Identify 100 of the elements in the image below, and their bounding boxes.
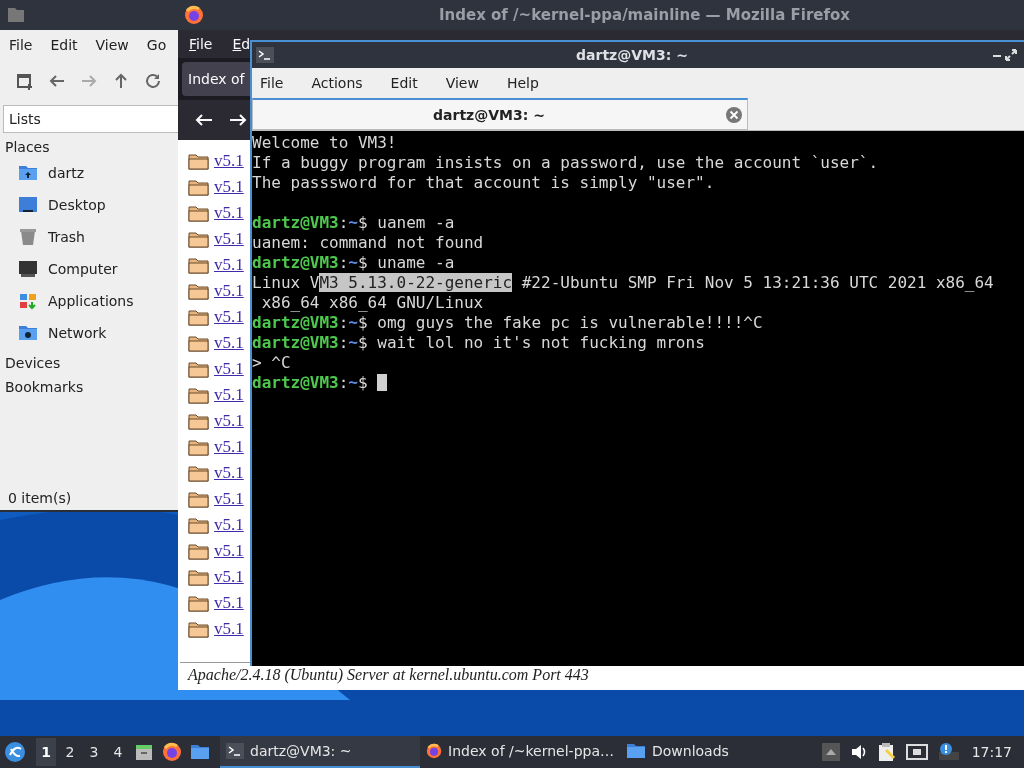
directory-link[interactable]: v5.1 [214, 411, 244, 431]
directory-link[interactable]: v5.1 [214, 307, 244, 327]
clock: 17:17 [971, 744, 1012, 760]
directory-link[interactable]: v5.1 [214, 463, 244, 483]
reload-icon[interactable] [144, 72, 162, 90]
folder-icon [188, 282, 210, 300]
sidebar-item-label: dartz [48, 165, 85, 181]
workspace-switch[interactable]: 1 [36, 738, 56, 766]
status-text: 0 item(s) [7, 490, 73, 508]
folder-icon [188, 230, 210, 248]
home-folder-icon [18, 163, 38, 183]
workspace-switch[interactable]: 4 [108, 738, 128, 766]
directory-link[interactable]: v5.1 [214, 151, 244, 171]
sidebar-item[interactable]: Trash [0, 221, 178, 253]
folder-icon [626, 741, 646, 761]
terminal-line: Welcome to VM3! [252, 133, 398, 153]
directory-link[interactable]: v5.1 [214, 619, 244, 639]
menu-item[interactable]: File [260, 75, 284, 91]
workspace-switch[interactable]: 2 [60, 738, 80, 766]
menu-item[interactable]: Edit [50, 37, 78, 53]
sidebar-heading: Places [4, 138, 51, 157]
directory-link[interactable]: v5.1 [214, 541, 244, 561]
start-menu-icon[interactable] [4, 741, 26, 763]
folder-icon [188, 490, 210, 508]
taskbar-task[interactable]: dartz@VM3: ~ [220, 736, 420, 768]
menu-item[interactable]: File [9, 37, 33, 53]
directory-link[interactable]: v5.1 [214, 177, 244, 197]
directory-link[interactable]: v5.1 [214, 203, 244, 223]
menu-item[interactable]: Go [146, 37, 167, 53]
volume-icon[interactable] [849, 743, 868, 761]
directory-link[interactable]: v5.1 [214, 229, 244, 249]
folder-icon [188, 542, 210, 560]
folder-icon [6, 5, 26, 25]
terminal-tab[interactable]: dartz@VM3: ~ [252, 98, 748, 130]
file-manager-icon[interactable] [134, 742, 154, 762]
folder-icon [188, 152, 210, 170]
taskbar-task[interactable]: Downloads [620, 736, 735, 768]
terminal-icon [256, 47, 274, 63]
close-icon[interactable] [725, 105, 743, 124]
sidebar-item-label: Computer [48, 261, 118, 277]
window-title: dartz@VM3: ~ [575, 47, 689, 63]
menu-item[interactable]: View [95, 37, 129, 53]
directory-link[interactable]: v5.1 [214, 437, 244, 457]
sidebar-heading: Devices [4, 354, 62, 373]
taskbar-task[interactable]: Index of /~kernel-ppa… [420, 736, 620, 768]
directory-link[interactable]: v5.1 [214, 359, 244, 379]
sidebar-item[interactable]: dartz [0, 157, 178, 189]
directory-link[interactable]: v5.1 [214, 489, 244, 509]
folder-icon[interactable] [190, 742, 212, 762]
sidebar-mode-dropdown[interactable]: Lists [3, 105, 178, 133]
menu-item[interactable]: File [189, 36, 213, 52]
sidebar-heading: Bookmarks [4, 378, 85, 397]
folder-icon [188, 360, 210, 378]
folder-icon [188, 334, 210, 352]
terminal-line: x86_64 x86_64 GNU/Linux [260, 293, 485, 313]
computer-icon [18, 259, 38, 279]
sidebar-item[interactable]: Computer [0, 253, 178, 285]
clipboard-icon[interactable] [877, 742, 896, 762]
terminal-line: > ^C [252, 353, 292, 373]
new-window-icon[interactable] [16, 72, 34, 90]
workspace-switch[interactable]: 3 [84, 738, 104, 766]
trash-icon [18, 227, 38, 247]
terminal-line: If a buggy program insists on a password, use the account `user`. [252, 153, 880, 173]
firefox-icon[interactable] [162, 742, 182, 762]
menu-item[interactable]: View [445, 75, 479, 91]
folder-icon [188, 412, 210, 430]
sidebar-item[interactable]: Desktop [0, 189, 178, 221]
terminal-line: dartz@VM3:~$ wait lol no it's not fucking mrons [252, 333, 706, 353]
sidebar-item-label: Applications [48, 293, 134, 309]
directory-link[interactable]: v5.1 [214, 333, 244, 353]
sidebar-item[interactable]: Network [0, 317, 178, 349]
terminal-icon [226, 743, 244, 759]
directory-link[interactable]: v5.1 [214, 255, 244, 275]
folder-icon [188, 256, 210, 274]
folder-icon [188, 594, 210, 612]
menu-item[interactable]: Actions [311, 75, 363, 91]
folder-icon [188, 516, 210, 534]
menu-item[interactable]: Edit [390, 75, 418, 91]
window-title: Index of /~kernel-ppa/mainline — Mozilla Firefox [439, 6, 850, 24]
terminal-line: uanem: command not found [252, 233, 485, 253]
directory-link[interactable]: v5.1 [214, 593, 244, 613]
terminal-line: dartz@VM3:~$ [252, 373, 1024, 393]
directory-link[interactable]: v5.1 [214, 281, 244, 301]
sidebar-item[interactable]: Applications [0, 285, 178, 317]
notification-icon[interactable] [937, 742, 960, 762]
menu-item[interactable]: Ed [232, 36, 251, 52]
sidebar-item-label: Desktop [48, 197, 106, 213]
browser-tab[interactable]: Index of [182, 62, 250, 96]
directory-link[interactable]: v5.1 [214, 567, 244, 587]
directory-link[interactable]: v5.1 [214, 515, 244, 535]
folder-icon [188, 438, 210, 456]
menu-item[interactable]: Help [506, 75, 539, 91]
directory-link[interactable]: v5.1 [214, 385, 244, 405]
maximize-icon[interactable] [1004, 48, 1018, 62]
folder-icon [188, 620, 210, 638]
terminal-line: Linux VM3 5.13.0-22-generic #22-Ubuntu SMP Fri Nov 5 13:21:36 UTC 2021 x86_64 [252, 273, 995, 293]
terminal-line: dartz@VM3:~$ uname -a [252, 253, 456, 273]
network-folder-icon [18, 323, 38, 343]
terminal-line: The passsword for that account is simply "user". [252, 173, 716, 193]
firefox-icon [426, 741, 443, 761]
